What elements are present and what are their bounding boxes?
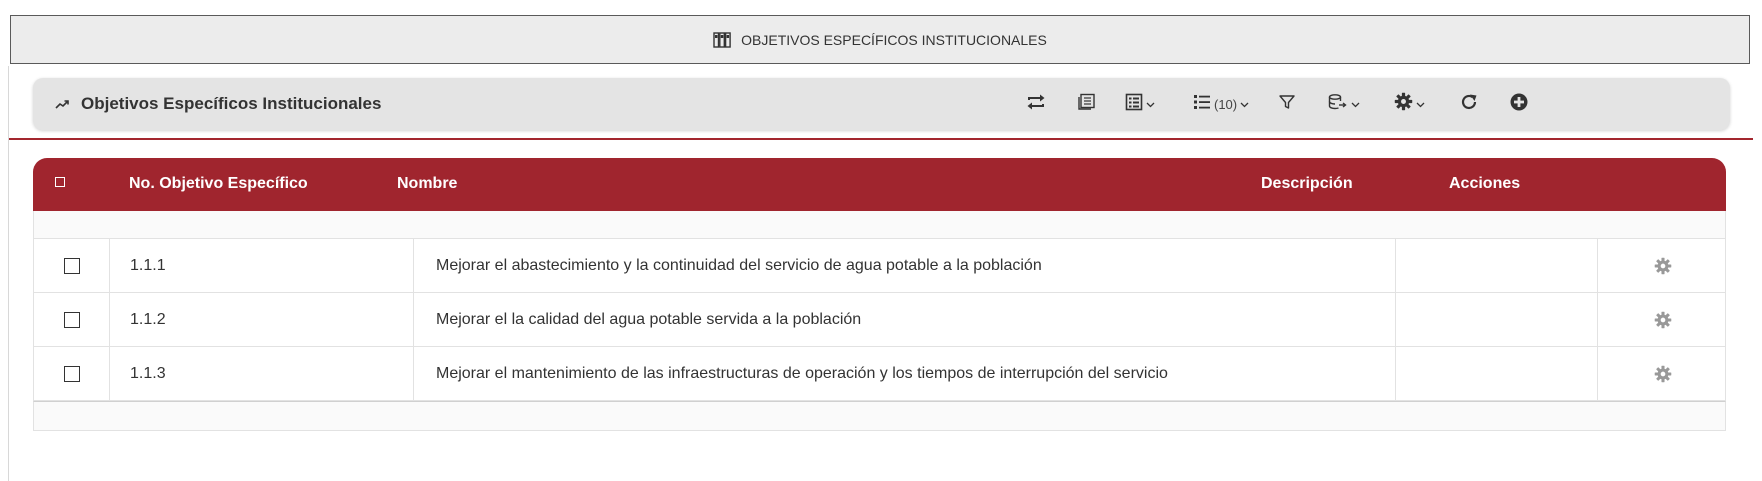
add-icon: [1509, 92, 1529, 117]
table-footer: [33, 401, 1726, 431]
row-checkbox[interactable]: [63, 257, 80, 274]
toolbar: Objetivos Específicos Institucionales (1…: [33, 78, 1730, 130]
column-header-no[interactable]: No. Objetivo Específico: [129, 175, 308, 193]
data-table: No. Objetivo Específico Nombre Descripci…: [33, 158, 1726, 431]
table-filter-row: [33, 211, 1726, 239]
filter-icon: [1278, 93, 1296, 116]
main-panel: Objetivos Específicos Institucionales (1…: [8, 66, 1753, 481]
column-header-nombre[interactable]: Nombre: [397, 175, 457, 193]
row-gear-icon[interactable]: [1654, 311, 1672, 329]
settings-dropdown[interactable]: [1394, 92, 1425, 116]
export-dropdown[interactable]: [1328, 92, 1360, 116]
table-columns-icon: [1125, 93, 1143, 116]
select-all-checkbox[interactable]: [55, 177, 65, 187]
trend-up-icon: [55, 94, 69, 114]
swap-icon: [1026, 93, 1046, 116]
cell-descripcion: [1395, 293, 1597, 346]
table-row: 1.1.3 Mejorar el mantenimiento de las in…: [33, 347, 1726, 401]
cell-nombre: Mejorar el la calidad del agua potable s…: [413, 293, 1395, 346]
table-row: 1.1.2 Mejorar el la calidad del agua pot…: [33, 293, 1726, 347]
cell-nombre: Mejorar el mantenimiento de las infraest…: [413, 347, 1395, 400]
add-button[interactable]: [1509, 92, 1529, 116]
gear-icon: [1394, 92, 1413, 116]
page-header-title: OBJETIVOS ESPECÍFICOS INSTITUCIONALES: [741, 31, 1047, 48]
notes-icon: [1076, 93, 1096, 116]
chevron-down-icon: [1416, 95, 1425, 113]
cell-descripcion: [1395, 347, 1597, 400]
cell-descripcion: [1395, 239, 1597, 292]
toolbar-title-text: Objetivos Específicos Institucionales: [81, 94, 382, 113]
export-icon: [1328, 93, 1348, 116]
chevron-down-icon: [1146, 95, 1155, 113]
row-checkbox[interactable]: [63, 311, 80, 328]
swap-button[interactable]: [1026, 92, 1046, 116]
chevron-down-icon: [1240, 95, 1249, 113]
columns-dropdown[interactable]: [1125, 92, 1155, 116]
table-row: 1.1.1 Mejorar el abastecimiento y la con…: [33, 239, 1726, 293]
chevron-down-icon: [1351, 95, 1360, 113]
table-header: No. Objetivo Específico Nombre Descripci…: [33, 158, 1726, 211]
page-size-count: (10): [1214, 96, 1238, 112]
toolbar-title: Objetivos Específicos Institucionales: [55, 94, 381, 114]
refresh-icon: [1459, 92, 1479, 117]
filter-button[interactable]: [1278, 92, 1296, 116]
column-header-acciones: Acciones: [1449, 175, 1521, 192]
column-header-descripcion[interactable]: Descripción: [1261, 175, 1353, 193]
page-header: OBJETIVOS ESPECÍFICOS INSTITUCIONALES: [10, 15, 1750, 64]
binders-icon: [713, 31, 731, 48]
page-size-dropdown[interactable]: (10): [1193, 92, 1249, 116]
cell-no: 1.1.3: [109, 347, 413, 400]
refresh-button[interactable]: [1459, 92, 1479, 116]
toolbar-divider: [9, 138, 1753, 140]
row-gear-icon[interactable]: [1654, 257, 1672, 275]
notes-button[interactable]: [1076, 92, 1096, 116]
cell-nombre: Mejorar el abastecimiento y la continuid…: [413, 239, 1395, 292]
list-icon: [1193, 93, 1211, 116]
cell-no: 1.1.2: [109, 293, 413, 346]
row-gear-icon[interactable]: [1654, 365, 1672, 383]
cell-no: 1.1.1: [109, 239, 413, 292]
row-checkbox[interactable]: [63, 365, 80, 382]
